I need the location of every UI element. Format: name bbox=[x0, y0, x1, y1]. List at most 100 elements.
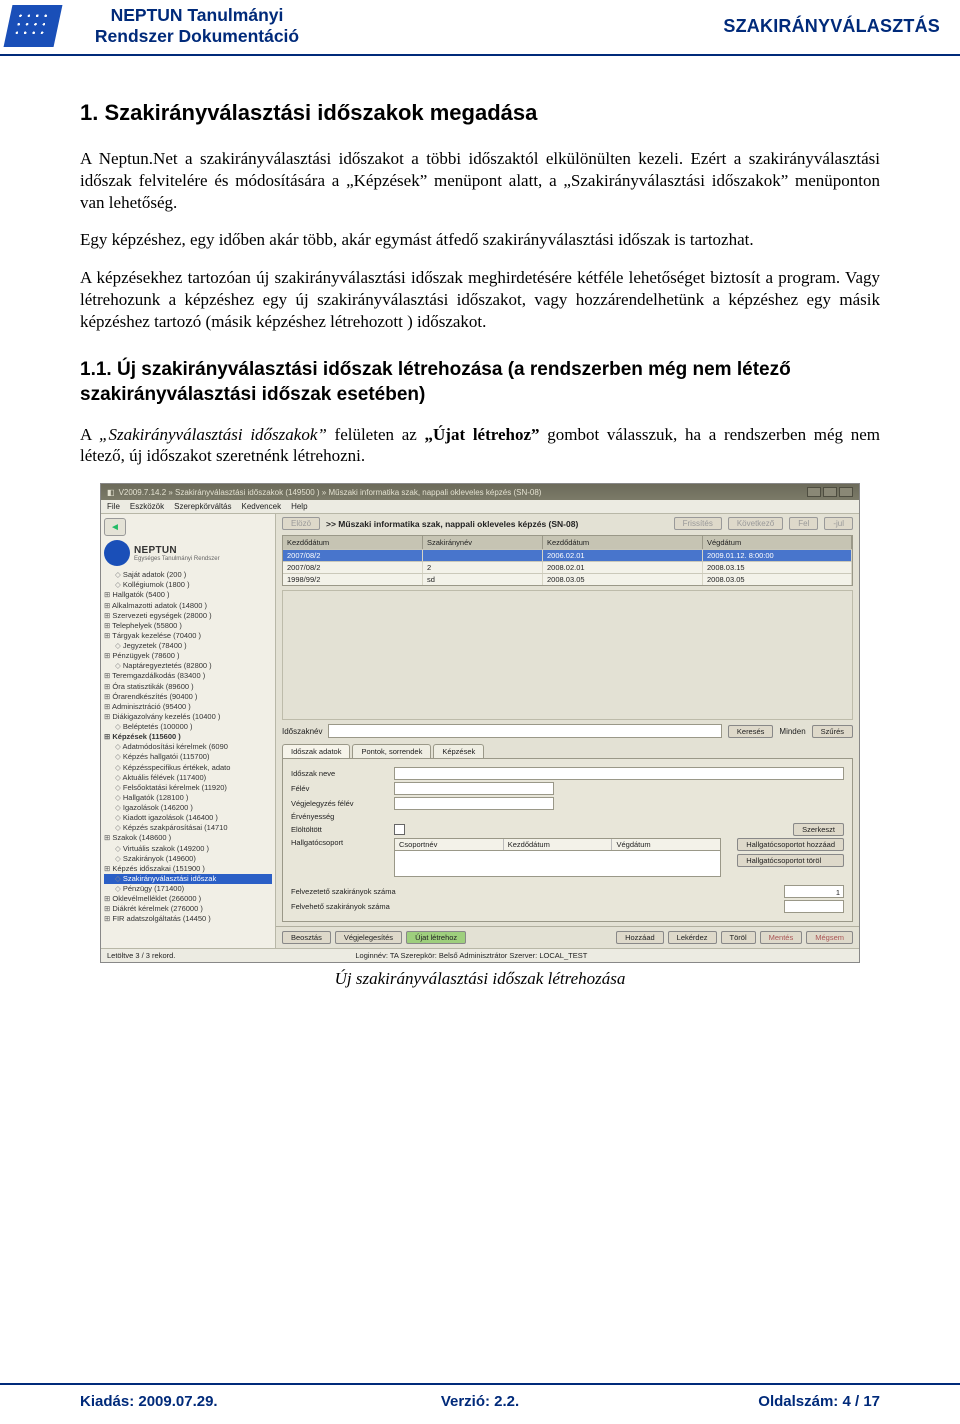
label-intro-count: Felvezetető szakirányok száma bbox=[291, 887, 776, 896]
tree-item[interactable]: Hallgatók (128100 ) bbox=[104, 793, 272, 803]
tree-item[interactable]: Pénzügyek (78600 ) bbox=[104, 651, 272, 661]
input-period-name[interactable] bbox=[394, 767, 844, 780]
subcol-groupname: Csoportnév bbox=[395, 839, 504, 850]
paragraph-4: A „Szakirányválasztási időszakok” felüle… bbox=[80, 424, 880, 468]
tree-item[interactable]: Saját adatok (200 ) bbox=[104, 570, 272, 580]
up-button[interactable]: Fel bbox=[789, 517, 818, 530]
tree-item[interactable]: Képzés hallgatói (115700) bbox=[104, 752, 272, 762]
tree-item[interactable]: Szervezeti egységek (28000 ) bbox=[104, 611, 272, 621]
doc-footer: Kiadás: 2009.07.29. Verzió: 2.2. Oldalsz… bbox=[0, 1383, 960, 1410]
checkbox-prefilled[interactable] bbox=[394, 824, 405, 835]
neptun-logo-icon bbox=[104, 540, 130, 566]
main-panel: Elözö >> Műszaki informatika szak, nappa… bbox=[276, 514, 859, 948]
doc-title-line2: Rendszer Dokumentáció bbox=[72, 26, 322, 47]
app-screenshot: ◧ V2009.7.14.2 » Szakirányválasztási idő… bbox=[100, 483, 860, 963]
tree-item[interactable]: Oklevélmelléklet (266000 ) bbox=[104, 894, 272, 904]
cancel-button[interactable]: Mégsem bbox=[806, 931, 853, 944]
tree-item[interactable]: Adminisztráció (95400 ) bbox=[104, 702, 272, 712]
tree-item[interactable]: Képzések (115600 ) bbox=[104, 732, 272, 742]
tree-item[interactable]: Diákigazolvány kezelés (10400 ) bbox=[104, 712, 272, 722]
tree-item[interactable]: Diákrét kérelmek (276000 ) bbox=[104, 904, 272, 914]
next-button[interactable]: Következő bbox=[728, 517, 783, 530]
menu-rolechange[interactable]: Szerepkörváltás bbox=[174, 502, 231, 511]
select-finalnote-sem[interactable] bbox=[394, 797, 554, 810]
tab-period-data[interactable]: Időszak adatok bbox=[282, 744, 350, 758]
tree-item[interactable]: Óra statisztikák (89600 ) bbox=[104, 682, 272, 692]
filter-button[interactable]: Szűrés bbox=[812, 725, 853, 738]
month-button[interactable]: -jul bbox=[824, 517, 853, 530]
grid-empty-area bbox=[282, 590, 853, 720]
finalize-button[interactable]: Végjelegesítés bbox=[335, 931, 402, 944]
menu-tools[interactable]: Eszközök bbox=[130, 502, 164, 511]
tree-item[interactable]: Tárgyak kezelése (70400 ) bbox=[104, 631, 272, 641]
label-finalnote-sem: Végjelegyzés félév bbox=[291, 799, 386, 808]
doc-header-right: SZAKIRÁNYVÁLASZTÁS bbox=[723, 16, 940, 37]
col-header[interactable]: Végdátum bbox=[703, 536, 852, 549]
tree-item[interactable]: Órarendkészítés (90400 ) bbox=[104, 692, 272, 702]
tree-item[interactable]: Telephelyek (55800 ) bbox=[104, 621, 272, 631]
add-button[interactable]: Hozzáad bbox=[616, 931, 664, 944]
tree-item[interactable]: Virtuális szakok (149200 ) bbox=[104, 844, 272, 854]
tree-item[interactable]: Kollégiumok (1800 ) bbox=[104, 580, 272, 590]
create-new-button[interactable]: Újat létrehoz bbox=[406, 931, 466, 944]
tree-item[interactable]: Kiadott igazolások (146400 ) bbox=[104, 813, 272, 823]
tree-item[interactable]: Szakirányok (149600) bbox=[104, 854, 272, 864]
tree-item[interactable]: Alkalmazotti adatok (14800 ) bbox=[104, 601, 272, 611]
close-button[interactable] bbox=[839, 487, 853, 497]
select-semester[interactable] bbox=[394, 782, 554, 795]
tree-item[interactable]: Beléptetés (100000 ) bbox=[104, 722, 272, 732]
tree-item[interactable]: Képzés időszakai (151900 ) bbox=[104, 864, 272, 874]
back-button[interactable]: ◄ bbox=[104, 518, 126, 536]
input-intro-count[interactable]: 1 bbox=[784, 885, 844, 898]
tree-item[interactable]: Aktuális félévek (117400) bbox=[104, 773, 272, 783]
tab-trainings[interactable]: Képzések bbox=[433, 744, 484, 758]
add-student-group-button[interactable]: Hallgatócsoportot hozzáad bbox=[737, 838, 844, 851]
data-grid[interactable]: Kezdődátum Szakiránynév Kezdődátum Végdá… bbox=[282, 535, 853, 586]
tree-item[interactable]: Adatmódosítási kérelmek (6090 bbox=[104, 742, 272, 752]
brand-block: NEPTUN Egységes Tanulmányi Rendszer bbox=[104, 540, 272, 566]
tree-item[interactable]: Felsőoktatási kérelmek (11920) bbox=[104, 783, 272, 793]
menu-favorites[interactable]: Kedvencek bbox=[241, 502, 281, 511]
table-row[interactable]: 1998/99/2sd2008.03.052008.03.05 bbox=[283, 573, 852, 585]
window-title: V2009.7.14.2 » Szakirányválasztási idősz… bbox=[119, 488, 542, 497]
student-group-list[interactable] bbox=[394, 851, 721, 877]
tree-item[interactable]: Szakirányválasztási időszak bbox=[104, 874, 272, 884]
query-button[interactable]: Lekérdez bbox=[668, 931, 717, 944]
remove-student-group-button[interactable]: Hallgatócsoportot töröl bbox=[737, 854, 844, 867]
maximize-button[interactable] bbox=[823, 487, 837, 497]
action-bar: Beosztás Végjelegesítés Újat létrehoz Ho… bbox=[276, 926, 859, 948]
col-header[interactable]: Kezdődátum bbox=[283, 536, 423, 549]
tree-item[interactable]: Szakok (148600 ) bbox=[104, 833, 272, 843]
tree-item[interactable]: Naptáregyeztetés (82800 ) bbox=[104, 661, 272, 671]
minimize-button[interactable] bbox=[807, 487, 821, 497]
tree-item[interactable]: Képzés szakpárosításai (14710 bbox=[104, 823, 272, 833]
menu-file[interactable]: File bbox=[107, 502, 120, 511]
tree-item[interactable]: Hallgatók (5400 ) bbox=[104, 590, 272, 600]
col-header[interactable]: Kezdődátum bbox=[543, 536, 703, 549]
table-row[interactable]: 2007/08/22006.02.012009.01.12. 8:00:00 bbox=[283, 549, 852, 561]
tree-item[interactable]: Teremgazdálkodás (83400 ) bbox=[104, 671, 272, 681]
table-row[interactable]: 2007/08/222008.02.012008.03.15 bbox=[283, 561, 852, 573]
tree-item[interactable]: Igazolások (146200 ) bbox=[104, 803, 272, 813]
status-login-info: Loginnév: TA Szerepkör: Belső Adminisztr… bbox=[355, 951, 587, 960]
tab-points-order[interactable]: Pontok, sorrendek bbox=[352, 744, 431, 758]
tree-item[interactable]: Jegyzetek (78400 ) bbox=[104, 641, 272, 651]
col-header[interactable]: Szakiránynév bbox=[423, 536, 543, 549]
heading-1-1: 1.1. Új szakirányválasztási időszak létr… bbox=[80, 358, 880, 407]
menu-help[interactable]: Help bbox=[291, 502, 307, 511]
logo-icon bbox=[4, 5, 63, 47]
edit-button[interactable]: Szerkeszt bbox=[793, 823, 844, 836]
doc-header: NEPTUN Tanulmányi Rendszer Dokumentáció … bbox=[0, 0, 960, 56]
tree-item[interactable]: Képzésspecifikus értékek, adato bbox=[104, 763, 272, 773]
tree-item[interactable]: Pénzügy (171400) bbox=[104, 884, 272, 894]
input-selectable-count[interactable] bbox=[784, 900, 844, 913]
search-button[interactable]: Keresés bbox=[728, 725, 774, 738]
assign-button[interactable]: Beosztás bbox=[282, 931, 331, 944]
prev-button[interactable]: Elözö bbox=[282, 517, 320, 530]
refresh-button[interactable]: Frissítés bbox=[674, 517, 722, 530]
tree-item[interactable]: FIR adatszolgáltatás (14450 ) bbox=[104, 914, 272, 924]
delete-button[interactable]: Töröl bbox=[721, 931, 756, 944]
save-button[interactable]: Mentés bbox=[760, 931, 803, 944]
search-input[interactable] bbox=[328, 724, 721, 738]
nav-tree[interactable]: Saját adatok (200 )Kollégiumok (1800 )Ha… bbox=[104, 570, 272, 924]
